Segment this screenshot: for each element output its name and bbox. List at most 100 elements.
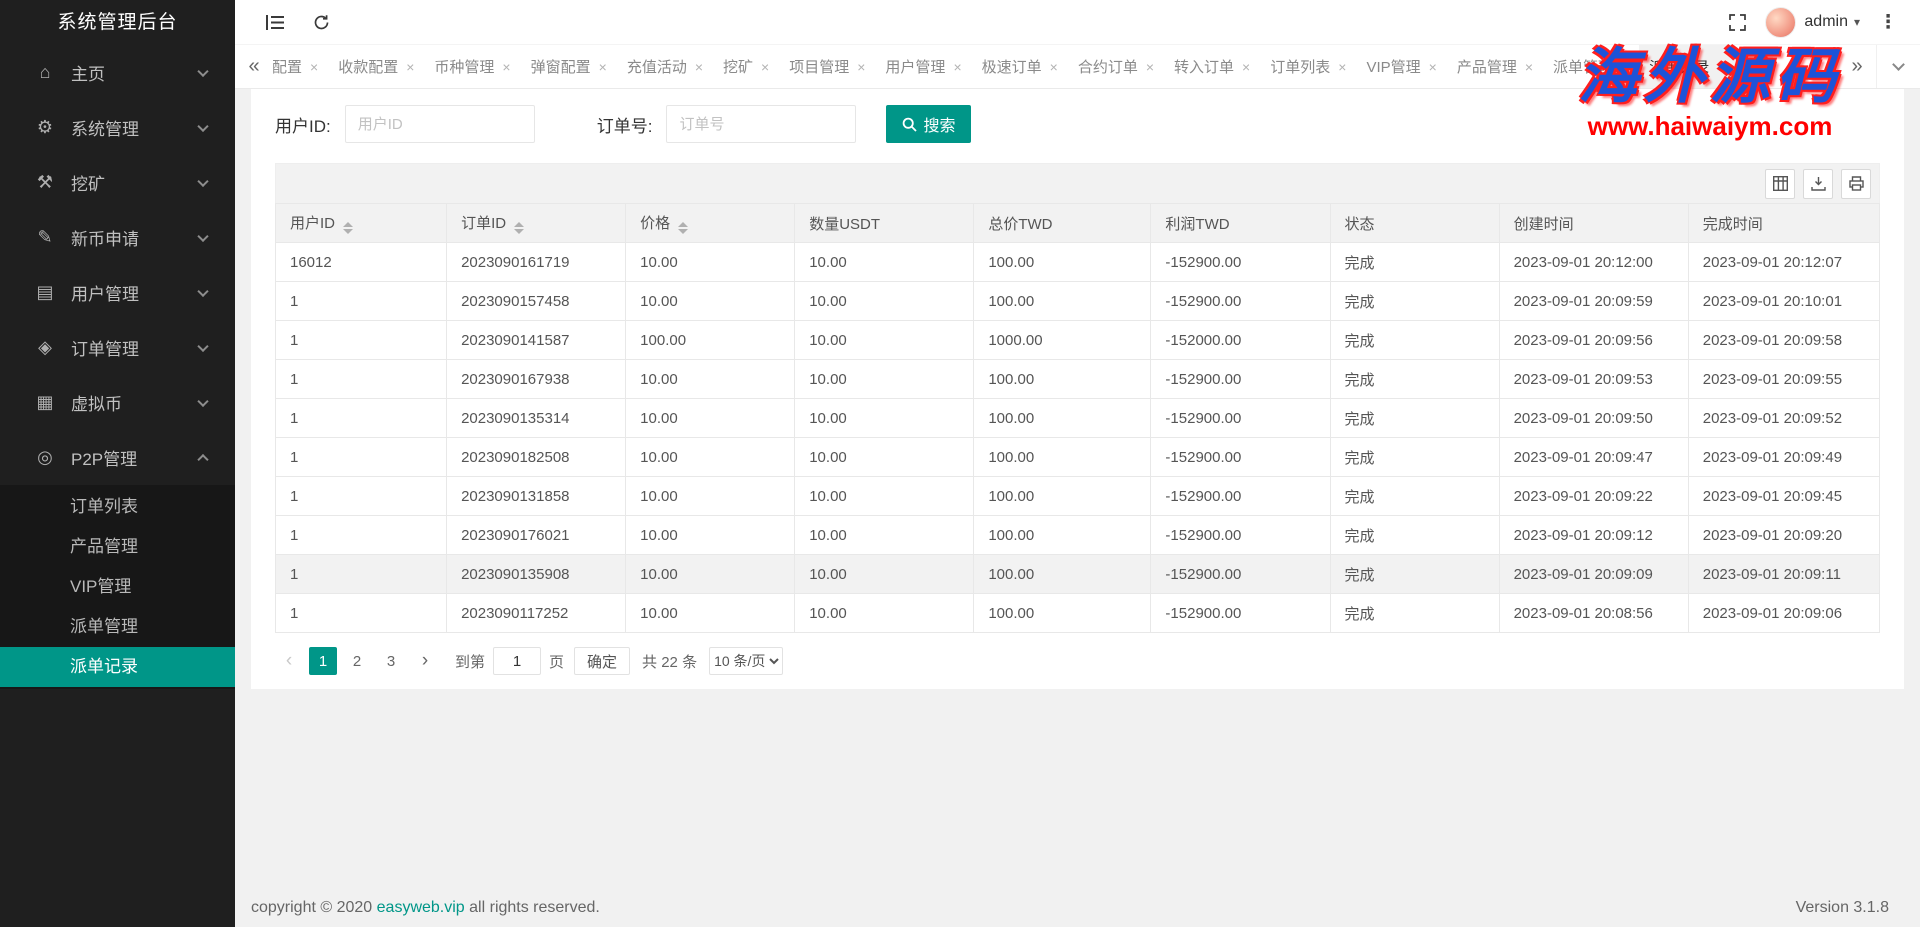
easyweb-link[interactable]: easyweb.vip <box>377 899 465 916</box>
tabs-menu-icon[interactable] <box>1876 45 1920 88</box>
tabs-scroll-left-icon[interactable]: « <box>235 45 273 88</box>
close-tab-icon[interactable]: × <box>1050 59 1058 75</box>
sidebar-subitem-order-list[interactable]: 订单列表 <box>0 487 235 527</box>
page-jump-input[interactable] <box>493 647 541 675</box>
sidebar-subitem-dispatch-management[interactable]: 派单管理 <box>0 607 235 647</box>
filter-columns-button[interactable] <box>1765 169 1795 199</box>
tab-16[interactable]: 派单记录× <box>1639 45 1735 88</box>
sort-icon[interactable] <box>343 222 353 234</box>
column-header[interactable]: 价格 <box>626 204 795 243</box>
chevron-down-icon <box>197 230 208 241</box>
user-menu[interactable]: admin ▾ <box>1765 7 1860 38</box>
sort-icon[interactable] <box>514 222 524 234</box>
export-button[interactable] <box>1803 169 1833 199</box>
table-cell: -152900.00 <box>1151 438 1330 477</box>
tab-7[interactable]: 项目管理× <box>779 45 875 88</box>
close-tab-icon[interactable]: × <box>1146 59 1154 75</box>
sidebar-item-mining[interactable]: ⚒挖矿 <box>0 155 235 210</box>
sidebar-subitem-dispatch-records[interactable]: 派单记录 <box>0 647 235 687</box>
close-tab-icon[interactable]: × <box>1429 59 1437 75</box>
tab-15[interactable]: 派单管理× <box>1543 45 1639 88</box>
tab-11[interactable]: 转入订单× <box>1164 45 1260 88</box>
fullscreen-icon[interactable] <box>1719 0 1755 45</box>
per-page-select[interactable]: 10 条/页 <box>709 647 783 675</box>
column-header[interactable]: 订单ID <box>447 204 626 243</box>
more-menu-icon[interactable]: ⋮ <box>1870 0 1906 45</box>
table-cell: 2023090167938 <box>447 360 626 399</box>
sidebar-subitem-product-management[interactable]: 产品管理 <box>0 527 235 567</box>
chevron-down-icon <box>197 65 208 76</box>
prev-page-button[interactable]: ‹ <box>275 647 303 675</box>
order-no-label: 订单号: <box>597 112 653 137</box>
close-tab-icon[interactable]: × <box>857 59 865 75</box>
next-page-button[interactable]: › <box>411 647 439 675</box>
tab-1[interactable]: 又配置× <box>273 45 328 88</box>
table-cell: -152900.00 <box>1151 477 1330 516</box>
table-cell: 2023090182508 <box>447 438 626 477</box>
sidebar-item-virtual-coin[interactable]: ▦虚拟币 <box>0 375 235 430</box>
tab-8[interactable]: 用户管理× <box>875 45 971 88</box>
close-tab-icon[interactable]: × <box>1717 59 1725 75</box>
tabs-scroll-right-icon[interactable]: » <box>1838 45 1876 88</box>
tab-6[interactable]: 挖矿× <box>713 45 779 88</box>
print-button[interactable] <box>1841 169 1871 199</box>
tab-14[interactable]: 产品管理× <box>1447 45 1543 88</box>
goto-label: 到第 <box>455 651 485 672</box>
page-button-3[interactable]: 3 <box>377 647 405 675</box>
search-button[interactable]: 搜索 <box>886 105 971 143</box>
table-cell: 2023-09-01 20:09:53 <box>1499 360 1688 399</box>
table-cell: 10.00 <box>795 399 974 438</box>
tab-2[interactable]: 收款配置× <box>328 45 424 88</box>
sidebar-subitem-vip-management[interactable]: VIP管理 <box>0 567 235 607</box>
tab-9[interactable]: 极速订单 × <box>972 45 1068 88</box>
column-header: 状态 <box>1330 204 1499 243</box>
tab-label: 极速订单 <box>982 56 1042 77</box>
page-button-1[interactable]: 1 <box>309 647 337 675</box>
confirm-page-button[interactable]: 确定 <box>574 647 630 675</box>
sidebar-item-label: 新币申请 <box>71 225 139 250</box>
table-cell: 2023-09-01 20:09:45 <box>1688 477 1879 516</box>
close-tab-icon[interactable]: × <box>761 59 769 75</box>
close-tab-icon[interactable]: × <box>695 59 703 75</box>
close-tab-icon[interactable]: × <box>406 59 414 75</box>
version-label: Version 3.1.8 <box>1796 899 1889 917</box>
column-header[interactable]: 用户ID <box>276 204 447 243</box>
sidebar-item-user-management[interactable]: ▤用户管理 <box>0 265 235 320</box>
close-tab-icon[interactable]: × <box>1242 59 1250 75</box>
sidebar-item-order-management[interactable]: ◈订单管理 <box>0 320 235 375</box>
collapse-sidebar-icon[interactable] <box>257 0 293 45</box>
sidebar-item-new-coin-apply[interactable]: ✎新币申请 <box>0 210 235 265</box>
close-tab-icon[interactable]: × <box>1338 59 1346 75</box>
table-cell: 10.00 <box>795 555 974 594</box>
table-cell: 100.00 <box>974 555 1151 594</box>
close-tab-icon[interactable]: × <box>1525 59 1533 75</box>
tab-10[interactable]: 合约订单× <box>1068 45 1164 88</box>
tab-3[interactable]: 币种管理× <box>424 45 520 88</box>
sidebar-item-home[interactable]: ⌂主页 <box>0 45 235 100</box>
close-tab-icon[interactable]: × <box>502 59 510 75</box>
page-unit-label: 页 <box>549 651 564 672</box>
page-button-2[interactable]: 2 <box>343 647 371 675</box>
footer: copyright © 2020 easyweb.vip all rights … <box>235 889 1920 927</box>
tab-4[interactable]: 弹窗配置× <box>521 45 617 88</box>
close-tab-icon[interactable]: × <box>599 59 607 75</box>
sort-icon[interactable] <box>678 222 688 234</box>
sidebar-item-p2p-management[interactable]: ◎P2P管理 <box>0 430 235 485</box>
refresh-icon[interactable] <box>303 0 339 45</box>
sidebar-item-system-management[interactable]: ⚙系统管理 <box>0 100 235 155</box>
close-tab-icon[interactable]: × <box>1621 59 1629 75</box>
order-no-input[interactable] <box>666 105 856 143</box>
search-icon <box>902 117 917 132</box>
table-cell: 完成 <box>1330 321 1499 360</box>
chevron-down-icon <box>197 285 208 296</box>
main-column: admin ▾ ⋮ « 又配置×收款配置×币种管理×弹窗配置×充值活动×挖矿×项… <box>235 0 1920 927</box>
close-tab-icon[interactable]: × <box>953 59 961 75</box>
close-tab-icon[interactable]: × <box>310 59 318 75</box>
tab-13[interactable]: VIP管理× <box>1356 45 1446 88</box>
tab-5[interactable]: 充值活动× <box>617 45 713 88</box>
user-id-input[interactable] <box>345 105 535 143</box>
content-area: 用户ID: 订单号: 搜索 <box>235 89 1920 889</box>
table-cell: 100.00 <box>974 243 1151 282</box>
tab-12[interactable]: 订单列表× <box>1260 45 1356 88</box>
table-cell: -152900.00 <box>1151 243 1330 282</box>
